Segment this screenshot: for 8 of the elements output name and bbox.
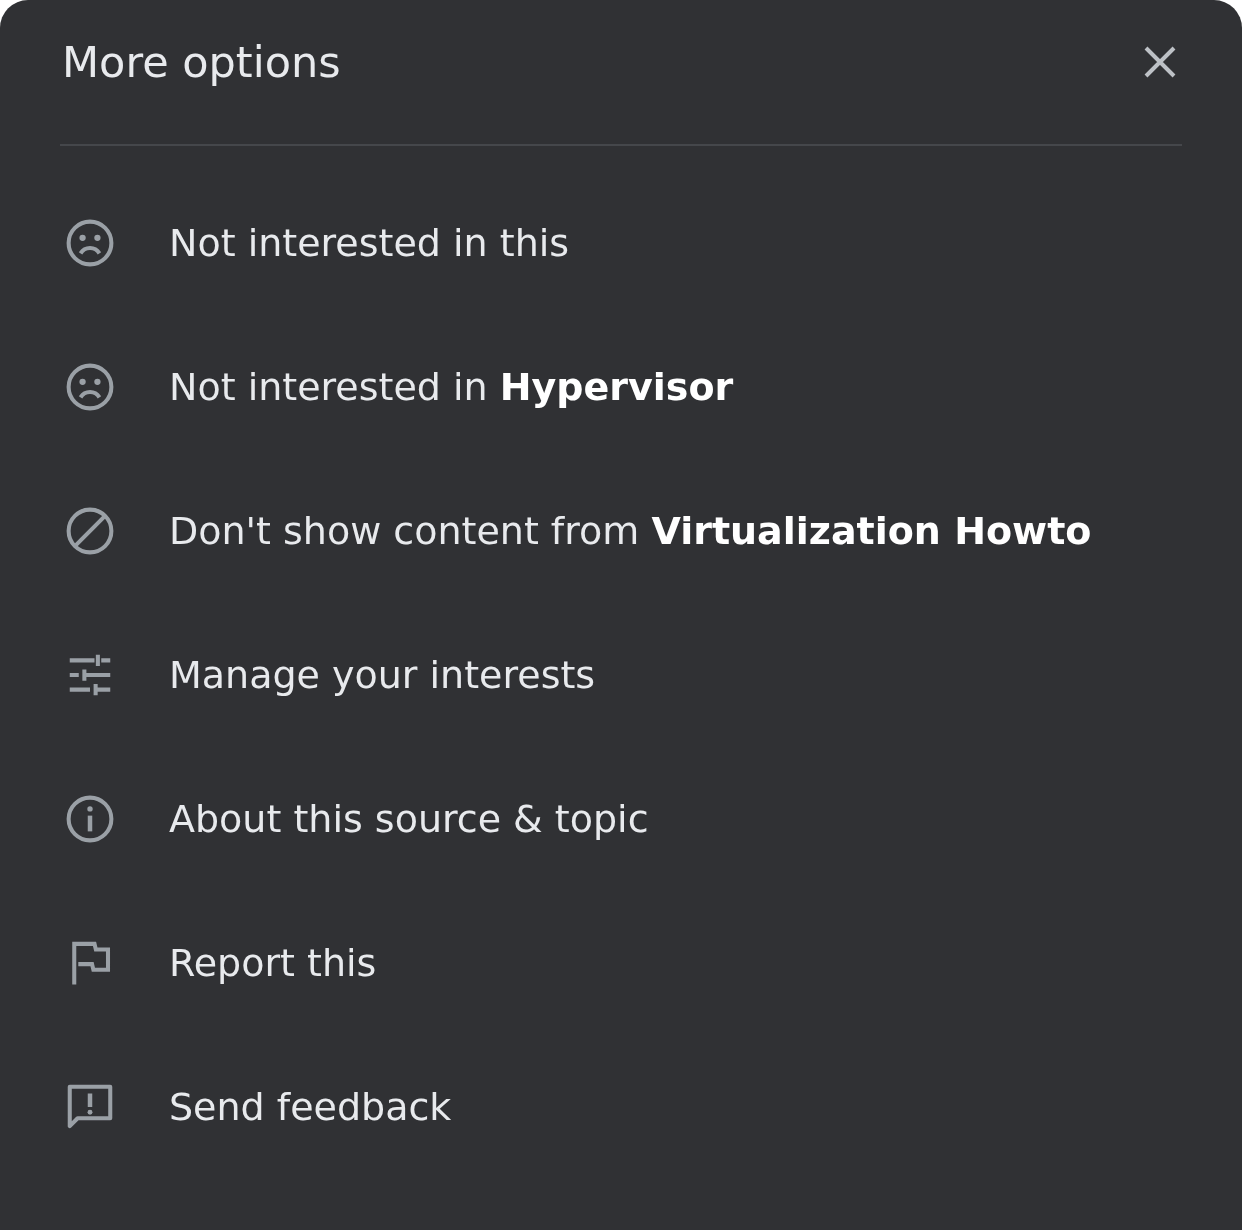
menu-option[interactable]: Not interested in this [169,221,570,265]
menu-option[interactable]: About this source & topic [169,797,649,841]
menu-option[interactable]: Send feedback [169,1085,452,1129]
menu-option[interactable]: Report this [169,941,377,985]
menu-option[interactable]: Don't show content from Virtualization Howto [169,509,1092,553]
sheet-title: More options [62,37,341,87]
menu-option[interactable]: Not interested in Hypervisor [169,365,734,409]
menu-option[interactable]: Manage your interests [169,653,596,697]
